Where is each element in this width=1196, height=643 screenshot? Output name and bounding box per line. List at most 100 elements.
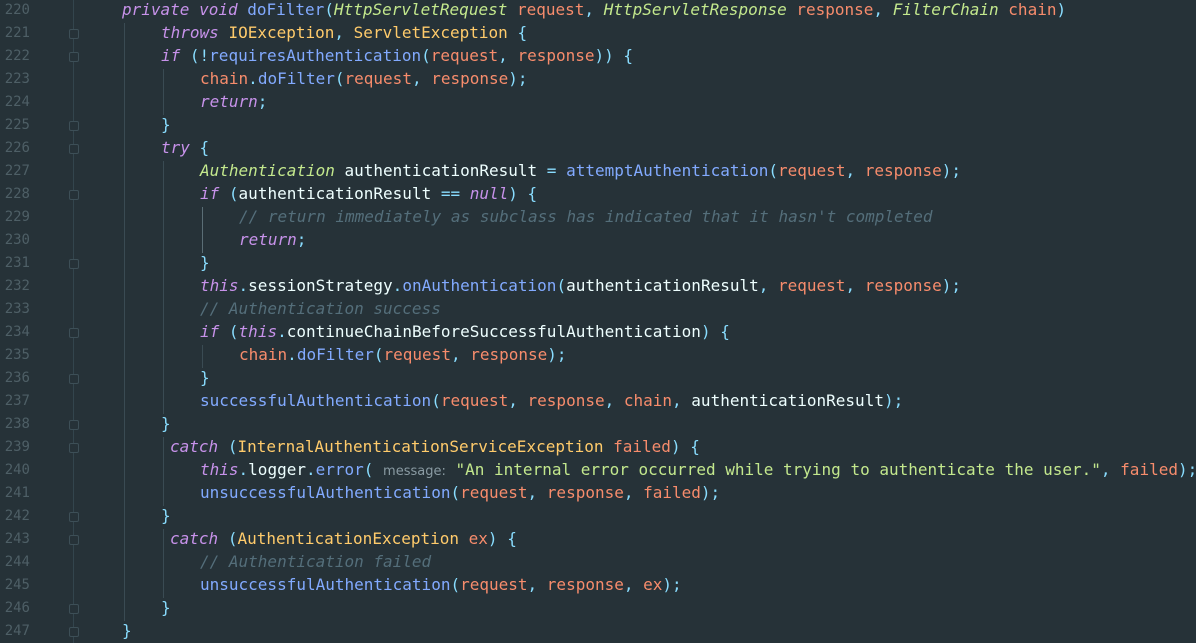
- token-comment-233: // Authentication success: [200, 299, 441, 318]
- indent-guide: [124, 253, 125, 276]
- code-line[interactable]: 244 // Authentication failed: [0, 552, 1196, 575]
- code-line[interactable]: 245 unsuccessfulAuthentication(request, r…: [0, 575, 1196, 598]
- line-number: 223: [4, 71, 30, 87]
- code-line[interactable]: 221 throws IOException, ServletException …: [0, 23, 1196, 46]
- fold-marker-icon[interactable]: [69, 627, 79, 637]
- code-line[interactable]: 226 try {: [0, 138, 1196, 161]
- indent-guide: [163, 552, 164, 575]
- code-line[interactable]: 223 chain.doFilter(request, response);: [0, 69, 1196, 92]
- fold-gutter-line: [73, 460, 74, 483]
- indent-guide: [124, 368, 125, 391]
- fold-marker-icon[interactable]: [69, 512, 79, 522]
- punctuation: (: [228, 322, 239, 341]
- code-line[interactable]: 228 if (authenticationResult == null) {: [0, 184, 1196, 207]
- fold-marker-icon[interactable]: [69, 328, 79, 338]
- code-text: chain.doFilter(request, response);: [239, 345, 567, 365]
- line-number: 229: [4, 209, 30, 225]
- punctuation: [219, 184, 229, 203]
- punctuation: [431, 184, 441, 203]
- token-ex: ex: [643, 575, 663, 594]
- fold-marker-icon[interactable]: [69, 190, 79, 200]
- line-number: 239: [4, 439, 30, 455]
- indent-guide: [124, 552, 125, 575]
- fold-marker-icon[interactable]: [69, 443, 79, 453]
- code-line[interactable]: 231}: [0, 253, 1196, 276]
- code-line[interactable]: 246}: [0, 598, 1196, 621]
- token-request: request: [460, 575, 528, 594]
- fold-marker-icon[interactable]: [69, 535, 79, 545]
- code-line[interactable]: 237 successfulAuthentication(request, res…: [0, 391, 1196, 414]
- code-line[interactable]: 233 // Authentication success: [0, 299, 1196, 322]
- token-error: error: [315, 460, 364, 479]
- fold-marker-icon[interactable]: [69, 121, 79, 131]
- code-line[interactable]: 243 catch (AuthenticationException ex) {: [0, 529, 1196, 552]
- fold-marker-icon[interactable]: [69, 259, 79, 269]
- punctuation: }: [122, 621, 132, 640]
- punctuation: [189, 0, 199, 19]
- punctuation: ,: [623, 575, 644, 594]
- punctuation: (: [227, 437, 238, 456]
- code-line[interactable]: 235 chain.doFilter(request, response);: [0, 345, 1196, 368]
- line-number: 240: [4, 462, 30, 478]
- fold-marker-icon[interactable]: [69, 374, 79, 384]
- code-line[interactable]: 239 catch (InternalAuthenticationServiceE…: [0, 437, 1196, 460]
- token-authenticationresult: authenticationResult: [566, 276, 759, 295]
- code-line[interactable]: 238}: [0, 414, 1196, 437]
- line-number: 245: [4, 577, 30, 593]
- code-editor[interactable]: 220 private void doFilter(HttpServletRequ…: [0, 0, 1196, 643]
- fold-marker-icon[interactable]: [69, 29, 79, 39]
- punctuation: (: [324, 0, 334, 19]
- indent-guide: [124, 322, 125, 345]
- token-this: this: [238, 322, 278, 341]
- code-line[interactable]: 220 private void doFilter(HttpServletRequ…: [0, 0, 1196, 23]
- code-line[interactable]: 234 if (this.continueChainBeforeSuccessfu…: [0, 322, 1196, 345]
- token-request: request: [778, 161, 846, 180]
- punctuation: [218, 529, 228, 548]
- line-number: 242: [4, 508, 30, 524]
- code-line[interactable]: 227 Authentication authenticationResult =…: [0, 161, 1196, 184]
- fold-marker-icon[interactable]: [69, 52, 79, 62]
- fold-marker-icon[interactable]: [69, 144, 79, 154]
- indent-guide: [124, 460, 125, 483]
- punctuation: ,: [334, 23, 354, 42]
- fold-marker-icon[interactable]: [69, 420, 79, 430]
- code-line[interactable]: 232 this.sessionStrategy.onAuthentication…: [0, 276, 1196, 299]
- token-attemptauthentication: attemptAuthentication: [566, 161, 769, 180]
- code-area[interactable]: 220 private void doFilter(HttpServletRequ…: [0, 0, 1196, 643]
- code-text: this.logger.error( message: "An internal…: [200, 460, 1196, 482]
- code-line[interactable]: 229 // return immediately as subclass has…: [0, 207, 1196, 230]
- line-number: 232: [4, 278, 30, 294]
- punctuation: );: [547, 345, 567, 364]
- code-line[interactable]: 240 this.logger.error( message: "An inter…: [0, 460, 1196, 483]
- code-line[interactable]: 242}: [0, 506, 1196, 529]
- token-chain: chain: [239, 345, 288, 364]
- code-line[interactable]: 222 if (!requiresAuthentication(request, …: [0, 46, 1196, 69]
- indent-guide: [124, 414, 125, 437]
- punctuation: (: [450, 575, 461, 594]
- code-text: catch (AuthenticationException ex) {: [170, 529, 517, 549]
- punctuation: .: [238, 276, 249, 295]
- punctuation: [238, 0, 248, 19]
- code-line[interactable]: 236}: [0, 368, 1196, 391]
- code-line[interactable]: 241 unsuccessfulAuthentication(request, r…: [0, 483, 1196, 506]
- token-authenticationresult: authenticationResult: [344, 161, 538, 180]
- code-line[interactable]: 247}: [0, 621, 1196, 643]
- punctuation: }: [161, 414, 171, 433]
- punctuation: }: [161, 598, 171, 617]
- fold-marker-icon[interactable]: [69, 604, 79, 614]
- code-text: return;: [239, 230, 306, 250]
- code-text: if (authenticationResult == null) {: [200, 184, 537, 204]
- code-line[interactable]: 224 return;: [0, 92, 1196, 115]
- indent-guide: [163, 230, 164, 253]
- punctuation: ) {: [670, 437, 700, 456]
- token-catch: catch: [170, 529, 219, 548]
- indent-guide: [163, 437, 164, 460]
- token-unsuccessfulauthentication: unsuccessfulAuthentication: [200, 575, 451, 594]
- line-number: 246: [4, 600, 30, 616]
- line-number: 244: [4, 554, 30, 570]
- token-ioexception: IOException: [228, 23, 335, 42]
- code-line[interactable]: 230 return;: [0, 230, 1196, 253]
- code-line[interactable]: 225}: [0, 115, 1196, 138]
- punctuation: }: [161, 115, 171, 134]
- code-text: this.sessionStrategy.onAuthentication(au…: [200, 276, 961, 296]
